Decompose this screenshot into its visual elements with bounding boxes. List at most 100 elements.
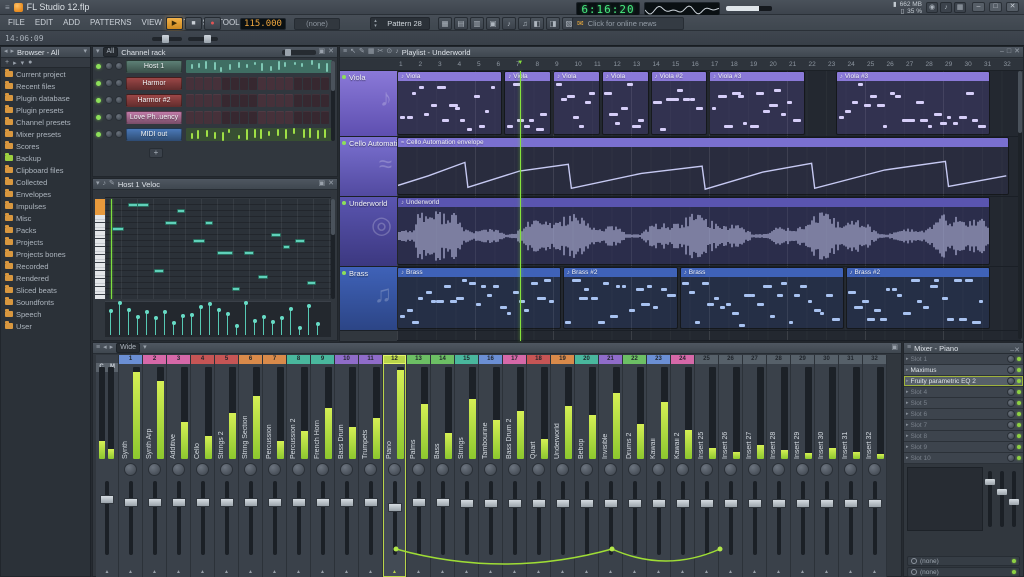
mixer-strip-15[interactable]: 15 Strings ▲ bbox=[455, 355, 479, 577]
master-pitch-handle[interactable] bbox=[162, 35, 169, 43]
strip-fader[interactable] bbox=[148, 481, 162, 555]
browser-forward-icon[interactable]: ▸ bbox=[13, 59, 17, 67]
step-cell[interactable] bbox=[312, 94, 320, 107]
swing-slider[interactable] bbox=[281, 48, 316, 56]
strip-fader-handle[interactable] bbox=[412, 498, 426, 507]
send-fader-handle[interactable] bbox=[1009, 499, 1019, 505]
browser-item-clipboard-files[interactable]: Clipboard files bbox=[1, 164, 90, 176]
step-cell[interactable] bbox=[204, 77, 212, 90]
browser-item-rendered[interactable]: Rendered bbox=[1, 272, 90, 284]
playlist-close-icon[interactable]: ✕ bbox=[1014, 47, 1020, 57]
step-cell[interactable] bbox=[312, 111, 320, 124]
strip-pan-knob[interactable] bbox=[772, 463, 785, 476]
clip-brass[interactable]: ♪ Brass bbox=[397, 267, 561, 329]
step-cell[interactable] bbox=[321, 111, 329, 124]
velocity-stem[interactable] bbox=[316, 321, 320, 335]
strip-pan-knob[interactable] bbox=[796, 463, 809, 476]
piano-roll-scroll-handle[interactable] bbox=[331, 199, 335, 235]
piano-roll-note[interactable] bbox=[244, 251, 255, 255]
step-cell[interactable] bbox=[240, 111, 248, 124]
slot-mix-knob[interactable] bbox=[1007, 399, 1015, 407]
strip-fader-handle[interactable] bbox=[292, 498, 306, 507]
strip-pan-knob[interactable] bbox=[508, 463, 521, 476]
strip-pan-knob[interactable] bbox=[388, 463, 401, 476]
mixer-strip-18[interactable]: 18 Quart ▲ bbox=[527, 355, 551, 577]
velocity-stem[interactable] bbox=[136, 315, 140, 335]
step-cell[interactable] bbox=[231, 94, 239, 107]
step-cell[interactable] bbox=[285, 94, 293, 107]
mixer-strip-26[interactable]: 26 Insert 26 ▲ bbox=[719, 355, 743, 577]
master-pitch-slider[interactable] bbox=[152, 35, 182, 43]
send-fader-handle[interactable] bbox=[997, 489, 1007, 495]
mixer-current-master-strip[interactable]: CM▲ bbox=[96, 355, 119, 577]
playlist-scrollbar[interactable] bbox=[1018, 71, 1022, 339]
channel-row-host-1[interactable]: Host 1 bbox=[93, 58, 337, 75]
browser-item-recent-files[interactable]: Recent files bbox=[1, 80, 90, 92]
step-cell[interactable] bbox=[213, 77, 221, 90]
step-cell[interactable] bbox=[267, 111, 275, 124]
strip-fader-handle[interactable] bbox=[364, 498, 378, 507]
proll-close-icon[interactable]: ✕ bbox=[328, 179, 334, 189]
browser-item-mixer-presets[interactable]: Mixer presets bbox=[1, 128, 90, 140]
strip-pan-knob[interactable] bbox=[580, 463, 593, 476]
step-cell[interactable] bbox=[285, 77, 293, 90]
step-sequencer[interactable] bbox=[186, 77, 329, 90]
rack-detach-icon[interactable]: ▣ bbox=[319, 47, 326, 57]
mixer-strip-31[interactable]: 31 Insert 31 ▲ bbox=[839, 355, 863, 577]
fx-bottom-slot-2[interactable]: (none) bbox=[907, 567, 1020, 577]
slot-mix-knob[interactable] bbox=[1007, 443, 1015, 451]
piano-roll-ruler[interactable] bbox=[105, 191, 331, 198]
strip-fader-handle[interactable] bbox=[508, 499, 522, 508]
playlist-lane-underworld[interactable]: ♪ Underworld bbox=[397, 197, 1021, 267]
mixer-menu-icon[interactable]: ≡ bbox=[96, 343, 100, 353]
channel-volume-knob[interactable] bbox=[115, 96, 123, 104]
browser-item-soundfonts[interactable]: Soundfonts bbox=[1, 296, 90, 308]
mixer-strip-2[interactable]: 2 Synth Arp ▲ bbox=[143, 355, 167, 577]
minimize-button[interactable]: – bbox=[972, 2, 985, 12]
browser-item-scores[interactable]: Scores bbox=[1, 140, 90, 152]
channel-pan-knob[interactable] bbox=[105, 113, 113, 121]
strip-pan-knob[interactable] bbox=[220, 463, 233, 476]
strip-fader[interactable] bbox=[436, 481, 450, 555]
channel-volume-knob[interactable] bbox=[115, 62, 123, 70]
master-fader[interactable] bbox=[100, 481, 114, 555]
strip-fader-handle[interactable] bbox=[844, 499, 858, 508]
proll-menu-icon[interactable]: ▾ bbox=[96, 179, 100, 189]
step-cell[interactable] bbox=[258, 94, 266, 107]
slot-enable-led[interactable] bbox=[1017, 456, 1021, 460]
power-icon[interactable]: ◉ bbox=[926, 2, 938, 13]
playlist-track-header-cello-automation[interactable]: Cello Automation ≈ bbox=[340, 137, 397, 197]
step-cell[interactable] bbox=[222, 111, 230, 124]
browser-item-sliced-beats[interactable]: Sliced beats bbox=[1, 284, 90, 296]
effect-slot-5[interactable]: ▸ Slot 5 bbox=[904, 398, 1023, 409]
effect-slot-10[interactable]: ▸ Slot 10 bbox=[904, 453, 1023, 464]
channel-name-button[interactable]: Harmor #2 bbox=[126, 94, 182, 107]
strip-fader-handle[interactable] bbox=[244, 498, 258, 507]
velocity-stem[interactable] bbox=[289, 307, 293, 335]
channel-enable-led[interactable] bbox=[96, 64, 101, 69]
clip-viola[interactable]: ♪Viola bbox=[397, 71, 503, 135]
strip-fader-handle[interactable] bbox=[532, 499, 546, 508]
channel-pan-knob[interactable] bbox=[105, 79, 113, 87]
metronome-icon[interactable]: ▤ bbox=[454, 17, 468, 30]
strip-fader-handle[interactable] bbox=[676, 499, 690, 508]
tool-options-icon[interactable]: ◨ bbox=[546, 17, 560, 30]
clip-viola-2[interactable]: ♪ Viola #2 bbox=[650, 71, 707, 135]
paint-tool-icon[interactable]: ✎ bbox=[359, 47, 365, 57]
mixer-strip-21[interactable]: 21 Invisible ▲ bbox=[599, 355, 623, 577]
strip-pan-knob[interactable] bbox=[604, 463, 617, 476]
mixer-strip-13[interactable]: 13 Palms ▲ bbox=[407, 355, 431, 577]
piano-roll-note[interactable] bbox=[112, 227, 124, 231]
channel-enable-led[interactable] bbox=[96, 98, 101, 103]
fx-bottom-slot-1[interactable]: (none) bbox=[907, 556, 1020, 566]
strip-fader-handle[interactable] bbox=[628, 499, 642, 508]
browser-item-plugin-presets[interactable]: Plugin presets bbox=[1, 104, 90, 116]
rack-close-icon[interactable]: ✕ bbox=[328, 47, 334, 57]
channel-pan-knob[interactable] bbox=[105, 130, 113, 138]
track-enable-led[interactable] bbox=[342, 141, 346, 145]
maximize-button[interactable]: □ bbox=[989, 2, 1002, 12]
velocity-stem[interactable] bbox=[109, 309, 113, 335]
browser-item-envelopes[interactable]: Envelopes bbox=[1, 188, 90, 200]
velocity-stem[interactable] bbox=[208, 301, 212, 335]
slot-mix-knob[interactable] bbox=[1007, 432, 1015, 440]
